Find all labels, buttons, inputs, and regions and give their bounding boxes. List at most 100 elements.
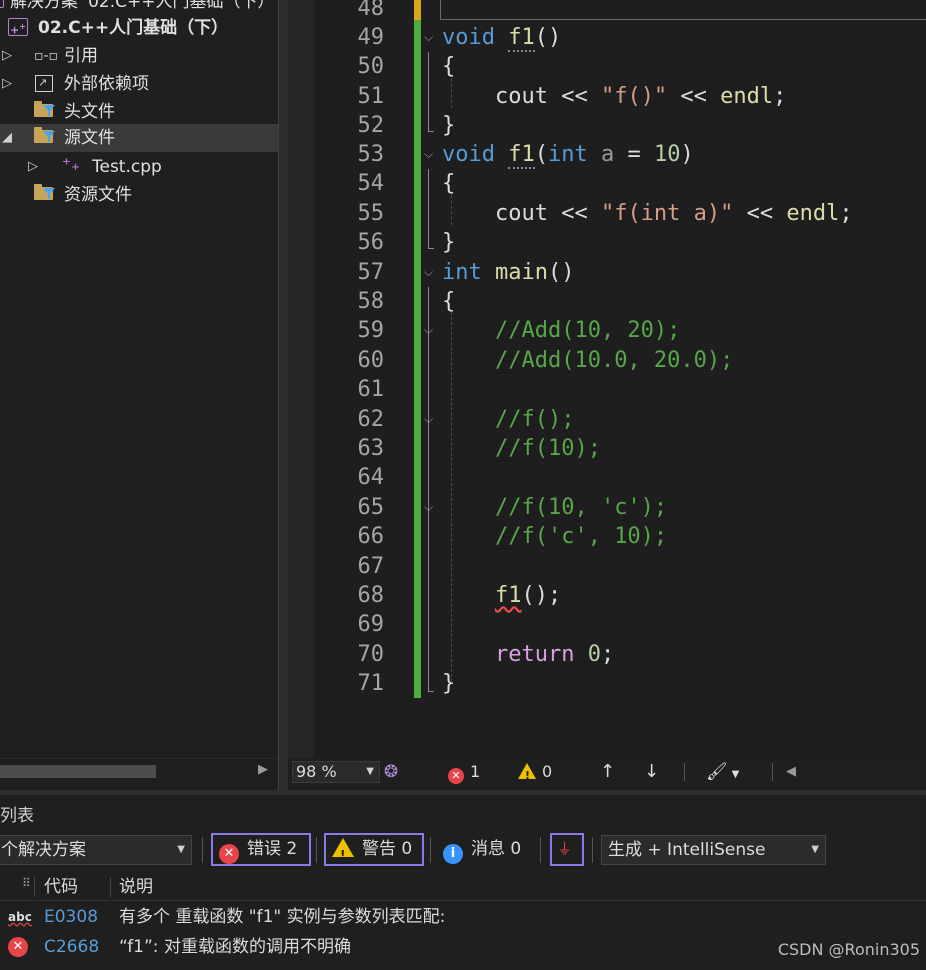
code-line: cout << "f(int a)" << endl; xyxy=(442,201,853,226)
scope-select[interactable]: 个解决方案 ▼ xyxy=(0,835,192,865)
column-header-description[interactable]: 说明 xyxy=(119,873,153,901)
code-outline-box xyxy=(440,0,926,20)
code-line: //Add(10.0, 20.0); xyxy=(494,348,734,373)
errors-filter-button[interactable]: ✕ 错误 2 xyxy=(211,833,311,866)
code-line: cout << "f()" << endl; xyxy=(442,84,787,109)
fold-toggle-icon[interactable]: ⌵ xyxy=(424,258,438,287)
fold-toggle-icon[interactable]: ⌵ xyxy=(424,140,438,169)
filter-folder-icon xyxy=(34,98,58,126)
separator xyxy=(772,763,773,781)
error-list-header: ⠿ 代码 说明 xyxy=(0,873,926,901)
code-line: { xyxy=(442,171,456,196)
cpp-project-icon: ++ xyxy=(8,18,28,37)
info-icon: i xyxy=(443,844,463,864)
expand-arrow-icon[interactable]: ▷ xyxy=(0,42,14,70)
error-code-link[interactable]: E0308 xyxy=(44,902,98,932)
code-line: return 0; xyxy=(494,642,615,667)
build-source-value: 生成 + IntelliSense xyxy=(608,840,766,860)
solution-explorer: 解决方案 '02.C++人门基础（下）' ++ 02.C++人门基础（下） ▷ … xyxy=(0,0,278,790)
filter-icon: ⏚ xyxy=(557,840,573,858)
tree-item-references[interactable]: ▷ ▫-▫ 引用 xyxy=(0,42,278,70)
tree-item-label: Test.cpp xyxy=(92,157,162,177)
warnings-filter-label: 警告 0 xyxy=(362,839,413,859)
horizontal-scrollbar[interactable]: ▶ xyxy=(0,758,278,782)
build-source-select[interactable]: 生成 + IntelliSense ▼ xyxy=(601,835,826,865)
line-number: 53 xyxy=(357,142,385,167)
scrollbar-thumb[interactable] xyxy=(0,765,156,778)
separator xyxy=(430,837,431,863)
error-icon: ✕ xyxy=(219,844,239,864)
error-icon: ✕ xyxy=(448,768,464,784)
line-number: 67 xyxy=(357,554,385,579)
messages-filter-label: 消息 0 xyxy=(471,839,522,859)
code-cleanup-icon[interactable]: 🖌 ▼ xyxy=(706,761,739,786)
expand-arrow-icon[interactable]: ▷ xyxy=(26,153,40,181)
filter-toggle-button[interactable]: ⏚ xyxy=(550,833,584,866)
separator xyxy=(540,837,541,863)
line-number: 62 xyxy=(357,407,385,432)
chevron-down-icon: ▼ xyxy=(811,844,819,855)
messages-filter-button[interactable]: i 消息 0 xyxy=(443,833,521,866)
line-number: 50 xyxy=(357,54,385,79)
error-code-link[interactable]: C2668 xyxy=(44,932,99,962)
scope-value: 个解决方案 xyxy=(1,840,86,860)
intellisense-error-icon: abc xyxy=(8,910,32,924)
cpp-file-icon: ⁺₊ xyxy=(62,155,80,175)
collapse-arrow-icon[interactable]: ◢ xyxy=(0,124,14,152)
fold-toggle-icon[interactable]: ⌵ xyxy=(424,23,438,52)
error-description: 有多个 重载函数 "f1" 实例与参数列表匹配: xyxy=(119,907,446,927)
scroll-left-icon[interactable]: ◀ xyxy=(786,761,796,783)
tree-item-label: 引用 xyxy=(64,46,98,66)
tree-item-header-files[interactable]: 头文件 xyxy=(0,98,278,126)
code-line: void f1(int a = 10) xyxy=(442,142,694,169)
warning-count[interactable]: 0 xyxy=(518,761,552,787)
separator xyxy=(684,763,685,781)
filter-folder-icon xyxy=(34,181,58,209)
tree-item-label: 源文件 xyxy=(64,128,115,148)
arrow-up-icon[interactable]: ↑ xyxy=(600,761,615,783)
saved-change-marker xyxy=(414,20,421,698)
line-number: 49 xyxy=(357,25,385,50)
error-count[interactable]: ✕ 1 xyxy=(448,761,480,784)
sort-indicator-icon[interactable]: ⠿ xyxy=(22,869,31,897)
block-bracket xyxy=(428,287,434,692)
tree-item-source-files[interactable]: ◢ 源文件 xyxy=(0,124,278,152)
line-number: 48 xyxy=(357,0,385,21)
indicator-margin xyxy=(288,0,314,758)
references-icon: ▫-▫ xyxy=(34,48,59,64)
panel-splitter[interactable] xyxy=(278,0,288,790)
warnings-filter-button[interactable]: 警告 0 xyxy=(324,833,424,870)
expand-arrow-icon[interactable]: ▷ xyxy=(0,70,14,98)
zoom-select[interactable]: 98 % ▼ xyxy=(292,761,380,783)
tree-item-resource-files[interactable]: 资源文件 xyxy=(0,181,278,209)
line-number: 61 xyxy=(357,377,385,402)
zoom-value: 98 % xyxy=(296,762,337,781)
tree-project-row[interactable]: ++ 02.C++人门基础（下） xyxy=(0,14,278,42)
unsaved-change-marker xyxy=(414,0,421,20)
line-number: 57 xyxy=(357,260,385,285)
line-number: 52 xyxy=(357,113,385,138)
project-label: 02.C++人门基础（下） xyxy=(38,18,229,38)
line-number: 70 xyxy=(357,642,385,667)
error-row[interactable]: abc E0308 有多个 重载函数 "f1" 实例与参数列表匹配: xyxy=(0,902,926,932)
error-description: “f1”: 对重载函数的调用不明确 xyxy=(119,937,351,957)
filter-folder-icon xyxy=(34,124,58,152)
intellicode-icon[interactable]: ❂ xyxy=(384,761,398,783)
arrow-down-icon[interactable]: ↓ xyxy=(644,761,659,783)
scroll-right-icon[interactable]: ▶ xyxy=(258,762,268,777)
column-header-code[interactable]: 代码 xyxy=(44,873,78,901)
line-number: 65 xyxy=(357,495,385,520)
tree-item-external-deps[interactable]: ▷ ↗ 外部依赖项 xyxy=(0,70,278,98)
line-number: 66 xyxy=(357,524,385,549)
tree-item-test-cpp[interactable]: ▷ ⁺₊ Test.cpp xyxy=(0,153,278,181)
panel-title: 列表 xyxy=(0,806,34,826)
separator xyxy=(592,837,593,863)
line-number: 68 xyxy=(357,583,385,608)
error-count-value: 1 xyxy=(470,762,481,781)
editor-status-bar: 98 % ▼ ❂ ✕1 0 ↑ ↓ 🖌▼ ◀ xyxy=(288,758,926,787)
line-number: 55 xyxy=(357,201,385,226)
line-number: 64 xyxy=(357,465,385,490)
code-editor[interactable]: 48 49 50 51 52 53 54 55 56 57 58 59 60 6… xyxy=(288,0,926,758)
separator xyxy=(316,837,317,863)
chevron-down-icon: ▼ xyxy=(177,844,185,855)
